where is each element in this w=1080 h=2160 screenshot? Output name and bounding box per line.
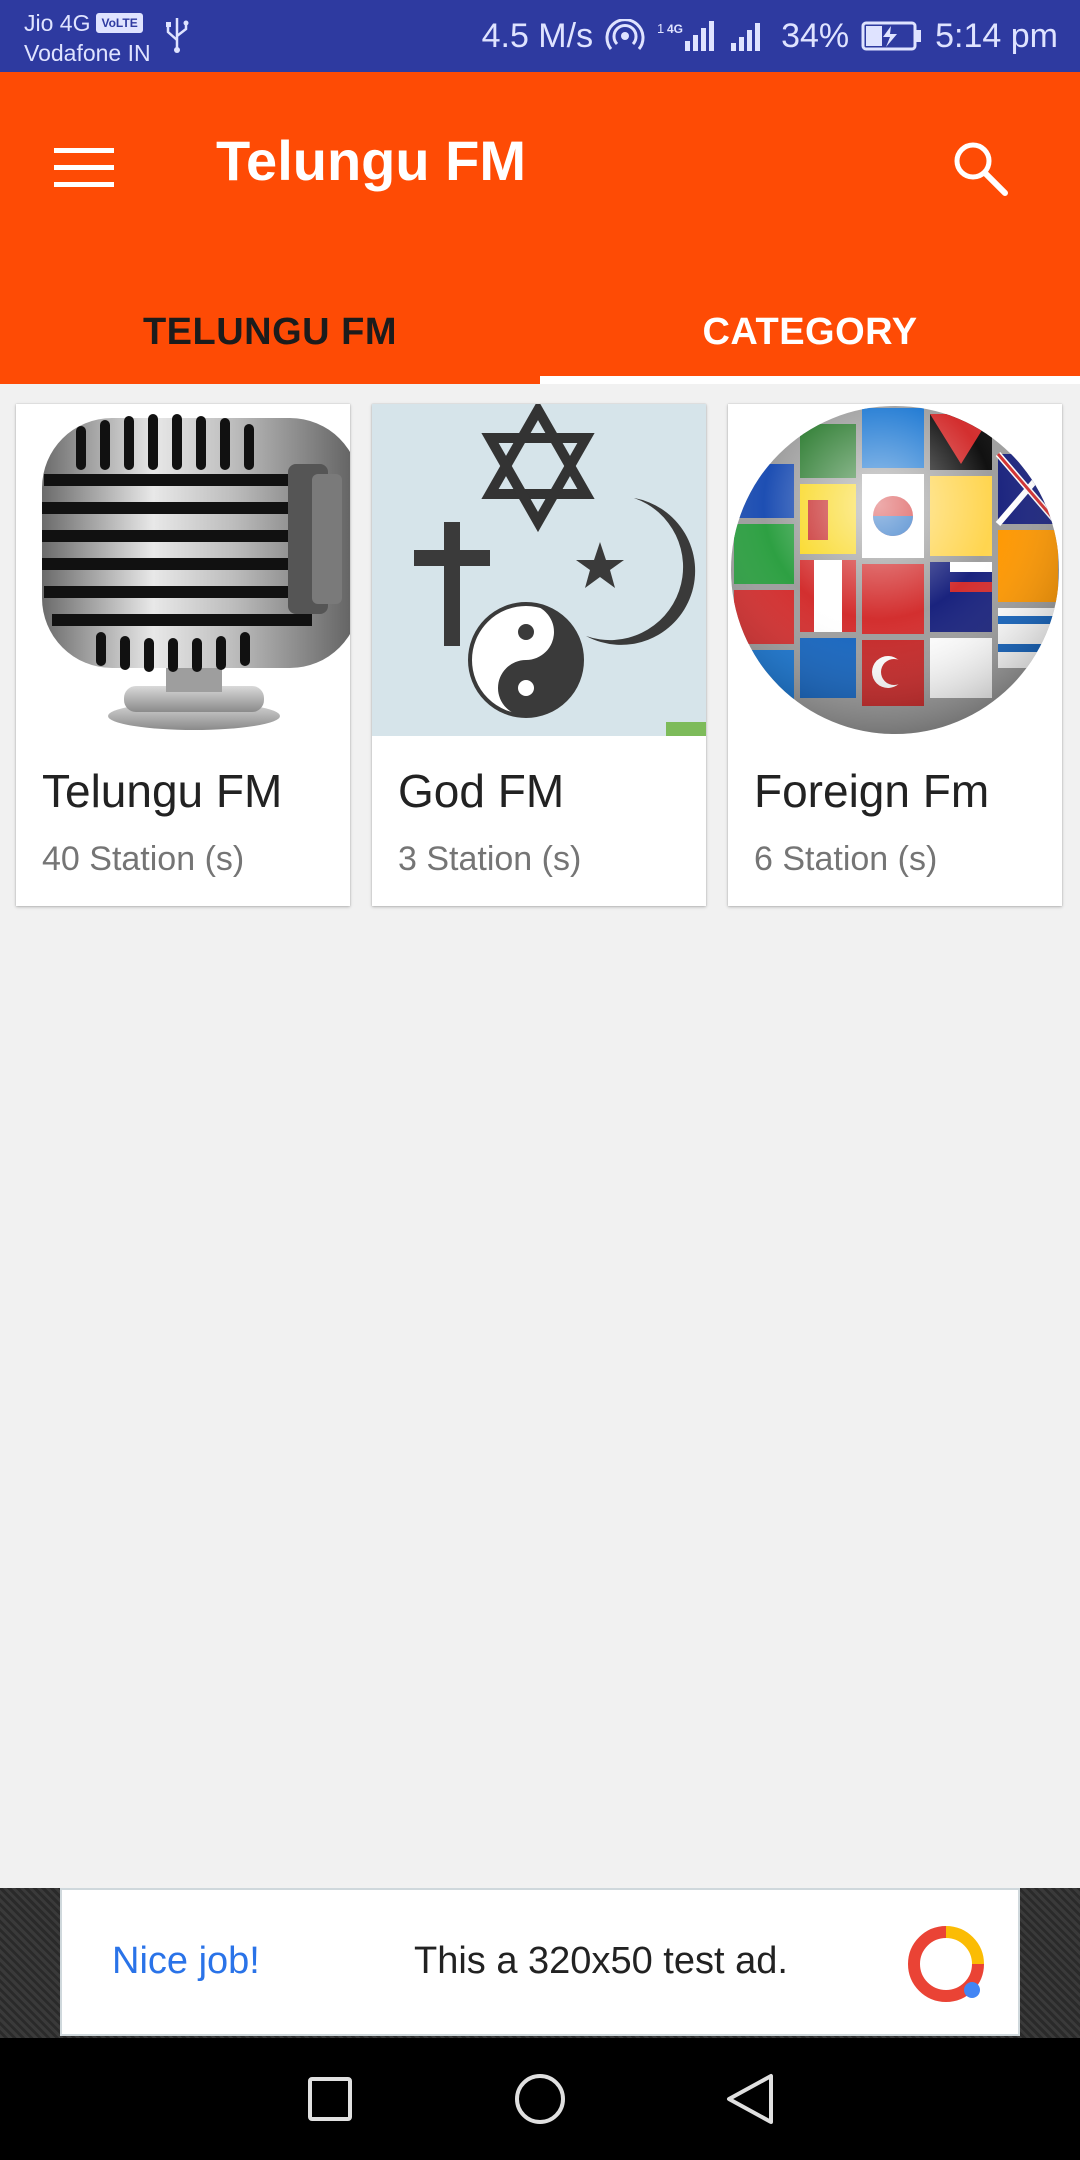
ad-text: This a 320x50 test ad.	[414, 1940, 788, 1982]
network-speed: 4.5 M/s	[481, 16, 594, 55]
station-count: 40 Station (s)	[42, 840, 245, 878]
svg-text:4G: 4G	[667, 22, 683, 36]
microphone-image	[16, 404, 350, 736]
volte-badge: VoLTE	[96, 13, 143, 33]
hamburger-menu-icon	[54, 148, 114, 187]
category-title: God FM	[398, 765, 565, 817]
ad-highlight: Nice job!	[112, 1940, 260, 1982]
carrier-2: Vodafone IN	[24, 40, 151, 66]
tab-indicator	[540, 376, 1080, 384]
back-button[interactable]	[720, 2069, 780, 2129]
circle-icon	[515, 2074, 565, 2124]
square-icon	[308, 2077, 352, 2121]
station-count: 3 Station (s)	[398, 840, 582, 878]
search-icon	[954, 142, 1008, 196]
clock: 5:14 pm	[935, 16, 1058, 55]
svg-text:1: 1	[657, 21, 664, 36]
carrier-info: Jio 4G VoLTE Vodafone IN	[24, 8, 151, 68]
menu-button[interactable]	[36, 120, 132, 216]
signal-4g-icon: 1 4G	[657, 21, 715, 51]
test-ad-banner[interactable]: Nice job! This a 320x50 test ad.	[60, 1888, 1020, 2036]
hotspot-icon	[605, 19, 645, 50]
search-button[interactable]	[932, 120, 1028, 216]
battery-percent: 34%	[781, 16, 850, 55]
flag-globe-image	[728, 404, 1062, 736]
category-title: Foreign Fm	[754, 765, 990, 817]
tab-bar: TELUNGU FM CATEGORY	[0, 280, 1080, 384]
category-card-god-fm[interactable]: God FM 3 Station (s)	[372, 404, 706, 906]
religious-symbols-image	[372, 404, 706, 736]
status-indicators: 4.5 M/s 1 4G 34% 5:14 pm	[482, 0, 1058, 72]
category-card-telungu-fm[interactable]: Telungu FM 40 Station (s)	[16, 404, 350, 906]
ad-area: Nice job! This a 320x50 test ad.	[0, 1888, 1080, 2038]
tab-telungu-fm[interactable]: TELUNGU FM	[0, 280, 540, 384]
triangle-back-icon	[727, 2074, 773, 2124]
category-title: Telungu FM	[42, 765, 283, 817]
battery-charging-icon	[861, 21, 922, 51]
tab-category[interactable]: CATEGORY	[540, 280, 1080, 384]
status-bar: Jio 4G VoLTE Vodafone IN 4.5 M/s 1 4G 34…	[0, 0, 1080, 72]
category-grid: Telungu FM 40 Station (s) God FM 3 Stati…	[16, 404, 1064, 906]
recents-button[interactable]	[300, 2069, 360, 2129]
app-title: Telungu FM	[216, 129, 526, 192]
usb-icon	[166, 18, 189, 53]
signal-icon	[731, 23, 761, 51]
station-count: 6 Station (s)	[754, 840, 938, 878]
ad-logo-icon	[908, 1926, 984, 2002]
home-button[interactable]	[510, 2069, 570, 2129]
carrier-1: Jio 4G	[24, 10, 91, 36]
system-nav-bar	[0, 2038, 1080, 2160]
category-card-foreign-fm[interactable]: Foreign Fm 6 Station (s)	[728, 404, 1062, 906]
app-bar: Telungu FM TELUNGU FM CATEGORY	[0, 72, 1080, 384]
